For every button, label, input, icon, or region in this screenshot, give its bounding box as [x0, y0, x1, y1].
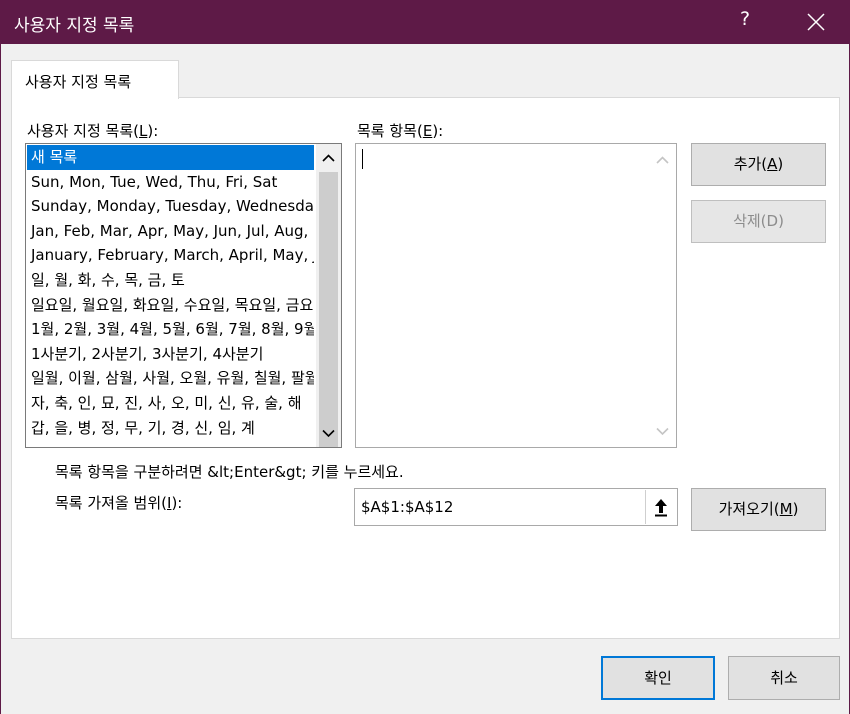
import-range-label: 목록 가져올 범위(I): — [55, 494, 183, 512]
custom-list-item[interactable]: January, February, March, April, May, Ju… — [27, 243, 314, 268]
import-button[interactable]: 가져오기(M) — [691, 488, 826, 531]
custom-list-item[interactable]: Jan, Feb, Mar, Apr, May, Jun, Jul, Aug, … — [27, 219, 314, 244]
custom-list-item[interactable]: Sunday, Monday, Tuesday, Wednesday, Thur… — [27, 194, 314, 219]
chevron-up-icon — [322, 154, 335, 162]
list-entries-textarea[interactable] — [355, 143, 677, 448]
hint-text: 목록 항목을 구분하려면 &lt;Enter&gt; 키를 누르세요. — [55, 463, 404, 481]
scroll-up-button[interactable] — [316, 146, 341, 170]
chevron-down-icon — [656, 427, 669, 436]
window-border-left — [0, 44, 1, 714]
chevron-up-icon — [656, 156, 669, 164]
dialog-title: 사용자 지정 목록 — [14, 16, 135, 36]
custom-list-item[interactable]: 일, 월, 화, 수, 목, 금, 토 — [27, 268, 314, 293]
custom-list-item[interactable]: 일월, 이월, 삼월, 사월, 오월, 유월, 칠월, 팔월, 구월, 시월, … — [27, 366, 314, 391]
chevron-down-icon — [322, 429, 335, 438]
list-entries-label: 목록 항목(E): — [357, 122, 444, 140]
delete-button[interactable]: 삭제(D) — [691, 200, 826, 243]
ok-button[interactable]: 확인 — [601, 656, 715, 700]
custom-lists-label: 사용자 지정 목록(L): — [27, 122, 159, 140]
custom-lists-items: 새 목록 Sun, Mon, Tue, Wed, Thu, Fri, Sat Sun… — [27, 145, 314, 446]
custom-list-item[interactable]: 1사분기, 2사분기, 3사분기, 4사분기 — [27, 342, 314, 367]
custom-list-item[interactable]: 갑, 을, 병, 정, 무, 기, 경, 신, 임, 계 — [27, 416, 314, 441]
help-button[interactable]: ? — [735, 8, 755, 30]
custom-list-item[interactable]: 새 목록 — [27, 145, 314, 170]
custom-list-item[interactable]: 자, 축, 인, 묘, 진, 사, 오, 미, 신, 유, 술, 해 — [27, 391, 314, 416]
text-caret — [362, 149, 363, 169]
add-button[interactable]: 추가(A) — [691, 143, 826, 186]
custom-list-item[interactable]: Sun, Mon, Tue, Wed, Thu, Fri, Sat — [27, 170, 314, 195]
import-range-field — [354, 488, 678, 526]
tab-label: 사용자 지정 목록 — [25, 73, 132, 91]
close-button[interactable] — [798, 6, 834, 38]
import-range-input[interactable] — [355, 489, 641, 525]
custom-list-item[interactable]: 1월, 2월, 3월, 4월, 5월, 6월, 7월, 8월, 9월, 10월,… — [27, 317, 314, 342]
custom-list-item[interactable]: 일요일, 월요일, 화요일, 수요일, 목요일, 금요일, 토요일 — [27, 293, 314, 318]
tab-custom-lists[interactable]: 사용자 지정 목록 — [11, 60, 179, 99]
custom-lists-listbox[interactable]: 새 목록 Sun, Mon, Tue, Wed, Thu, Fri, Sat Sun… — [25, 143, 342, 448]
custom-lists-scrollbar[interactable] — [316, 144, 341, 447]
range-select-icon — [655, 499, 667, 517]
title-bar: 사용자 지정 목록 ? — [0, 0, 850, 44]
collapse-dialog-button[interactable] — [645, 490, 676, 524]
scroll-thumb[interactable] — [319, 172, 338, 447]
list-entries-scrollbar — [649, 144, 676, 447]
cancel-button[interactable]: 취소 — [728, 656, 840, 700]
close-icon — [807, 13, 825, 31]
scroll-down-button[interactable] — [316, 421, 341, 445]
